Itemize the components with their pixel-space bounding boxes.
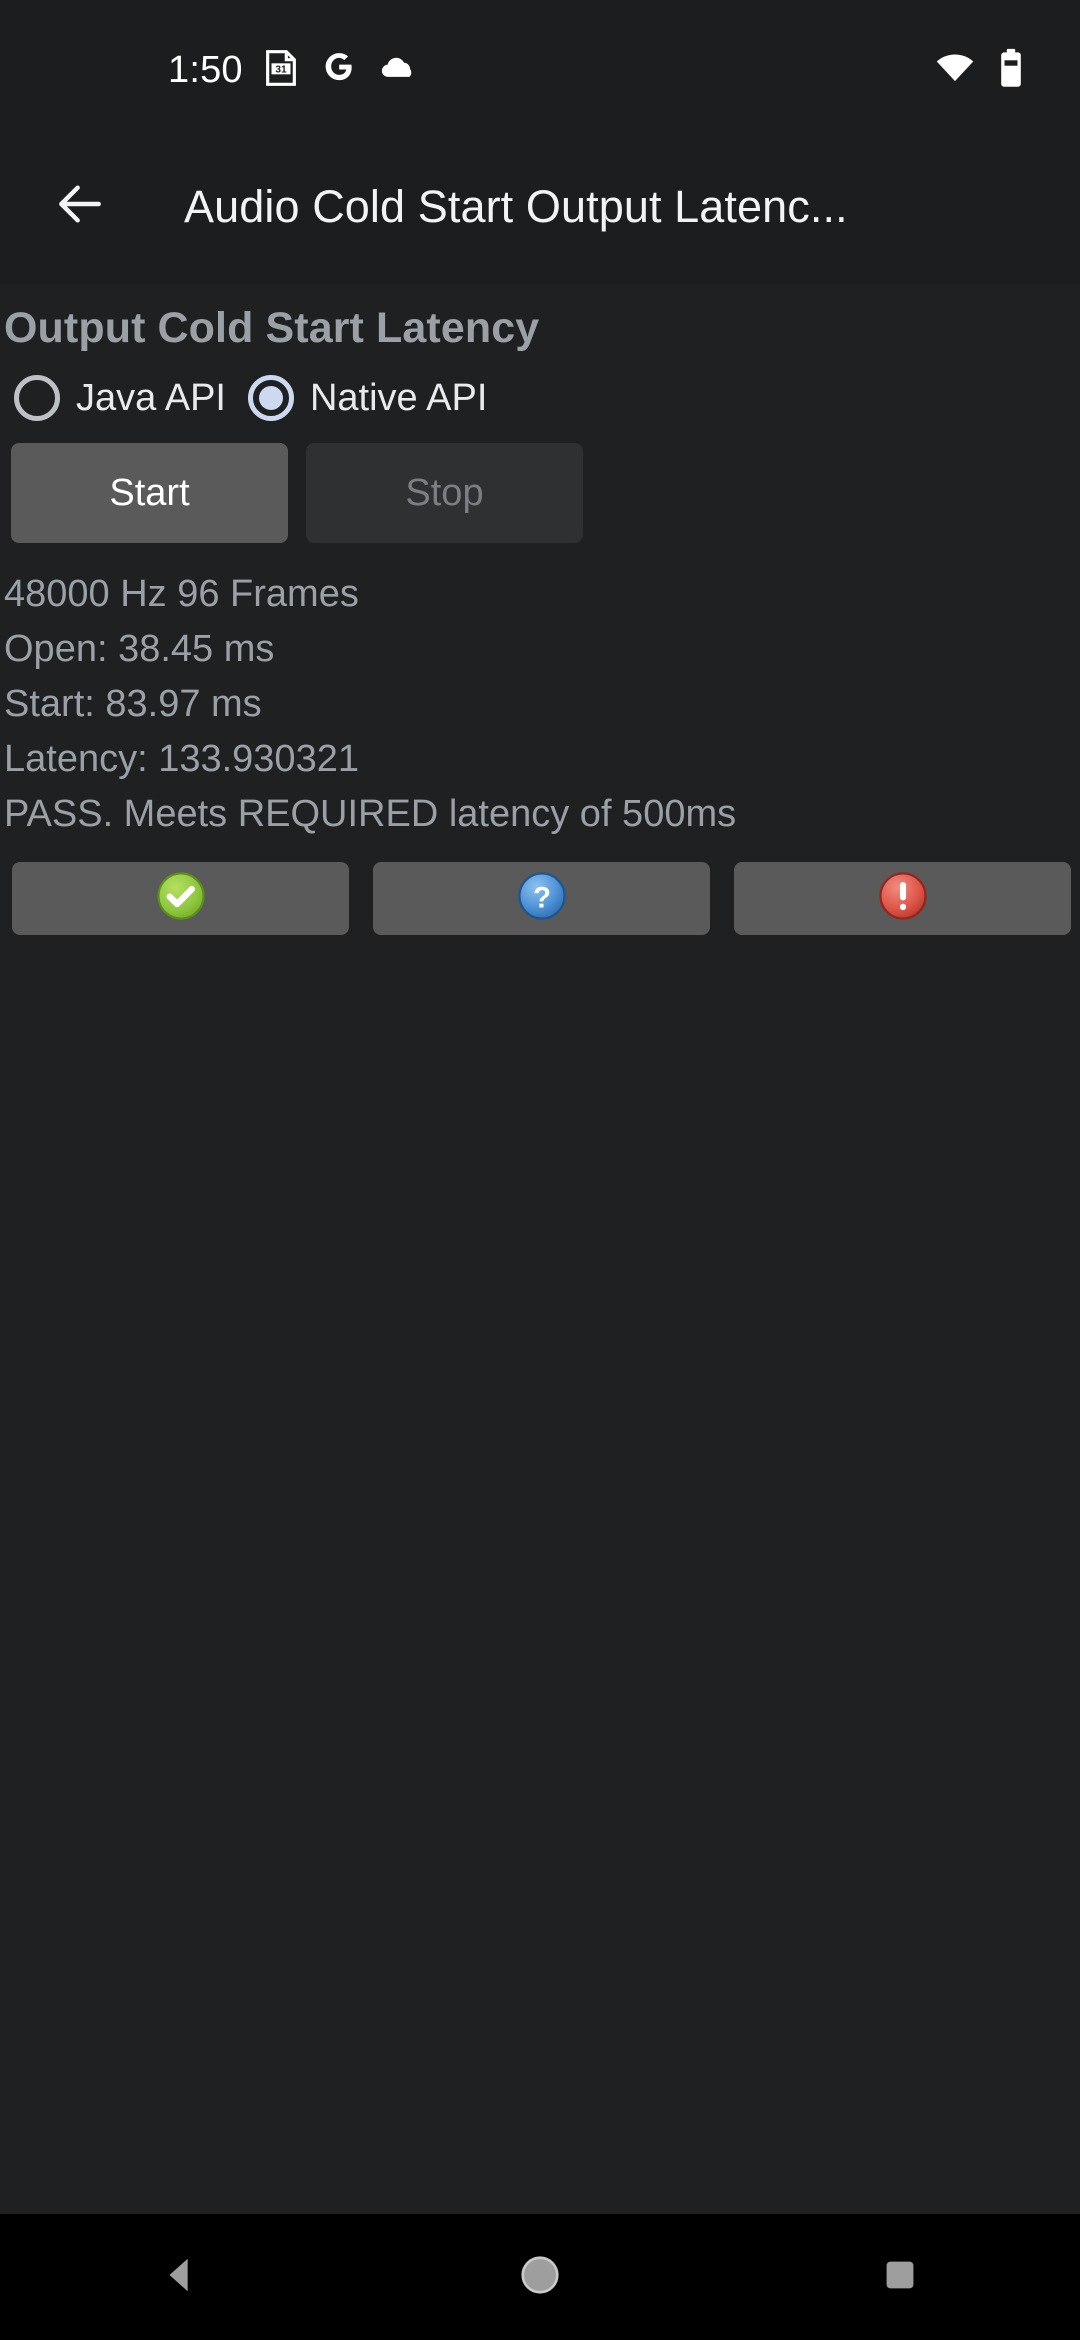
battery-icon: [998, 47, 1024, 94]
svg-text:31: 31: [275, 64, 287, 75]
radio-unselected-icon: [14, 375, 60, 422]
result-line-latency: Latency: 133.930321: [4, 738, 359, 781]
result-line-rate: 48000 Hz 96 Frames: [4, 573, 359, 616]
transport-button-row: Start Stop: [0, 443, 1080, 544]
svg-text:?: ?: [533, 883, 551, 915]
google-icon: [319, 48, 359, 93]
main-content: Output Cold Start Latency Java API Nativ…: [0, 283, 1080, 2214]
back-nav-icon: [157, 2252, 203, 2303]
api-radio-group: Java API Native API: [0, 375, 1080, 422]
status-bar-left-group: 1:50 31: [0, 47, 419, 94]
start-button[interactable]: Start: [11, 443, 288, 544]
result-line-start: Start: 83.97 ms: [4, 683, 262, 726]
back-arrow-icon: [52, 176, 108, 237]
radio-dot: [258, 386, 283, 411]
phone-screen: 1:50 31 Audio Cold Start Output Latenc..…: [0, 0, 1080, 2340]
section-title: Output Cold Start Latency: [4, 304, 540, 352]
pass-button[interactable]: [12, 862, 349, 936]
radio-option-native-api[interactable]: Native API: [247, 375, 488, 422]
navigation-bar: [0, 2214, 1080, 2340]
nav-home-button[interactable]: [450, 2214, 630, 2340]
result-line-verdict: PASS. Meets REQUIRED latency of 500ms: [4, 793, 737, 836]
wifi-icon: [934, 47, 976, 94]
radio-selected-icon: [247, 375, 294, 422]
status-bar-right-group: [934, 47, 1044, 94]
calendar-icon: 31: [261, 48, 301, 93]
radio-label-native-api: Native API: [309, 376, 488, 419]
results-output: 48000 Hz 96 Frames Open: 38.45 ms Start:…: [0, 567, 1080, 842]
radio-label-java-api: Java API: [76, 376, 226, 419]
page-title: Audio Cold Start Output Latenc...: [184, 180, 848, 232]
verdict-button-row: ?: [0, 862, 1080, 936]
result-line-open: Open: 38.45 ms: [4, 628, 275, 671]
unknown-question-icon: ?: [516, 870, 568, 927]
back-button[interactable]: [24, 151, 136, 263]
home-nav-icon: [517, 2252, 563, 2303]
stop-button: Stop: [306, 443, 583, 544]
status-bar: 1:50 31: [0, 0, 1080, 130]
nav-back-button[interactable]: [90, 2214, 270, 2340]
app-bar: Audio Cold Start Output Latenc...: [0, 130, 1080, 283]
unknown-button[interactable]: ?: [373, 862, 710, 936]
recents-nav-icon: [877, 2252, 923, 2303]
fail-exclamation-icon: [877, 870, 929, 927]
status-bar-clock: 1:50: [168, 49, 243, 91]
cloud-icon: [377, 47, 419, 94]
nav-recents-button[interactable]: [810, 2214, 990, 2340]
pass-check-icon: [155, 870, 207, 927]
radio-option-java-api[interactable]: Java API: [14, 375, 226, 422]
fail-button[interactable]: [734, 862, 1071, 936]
